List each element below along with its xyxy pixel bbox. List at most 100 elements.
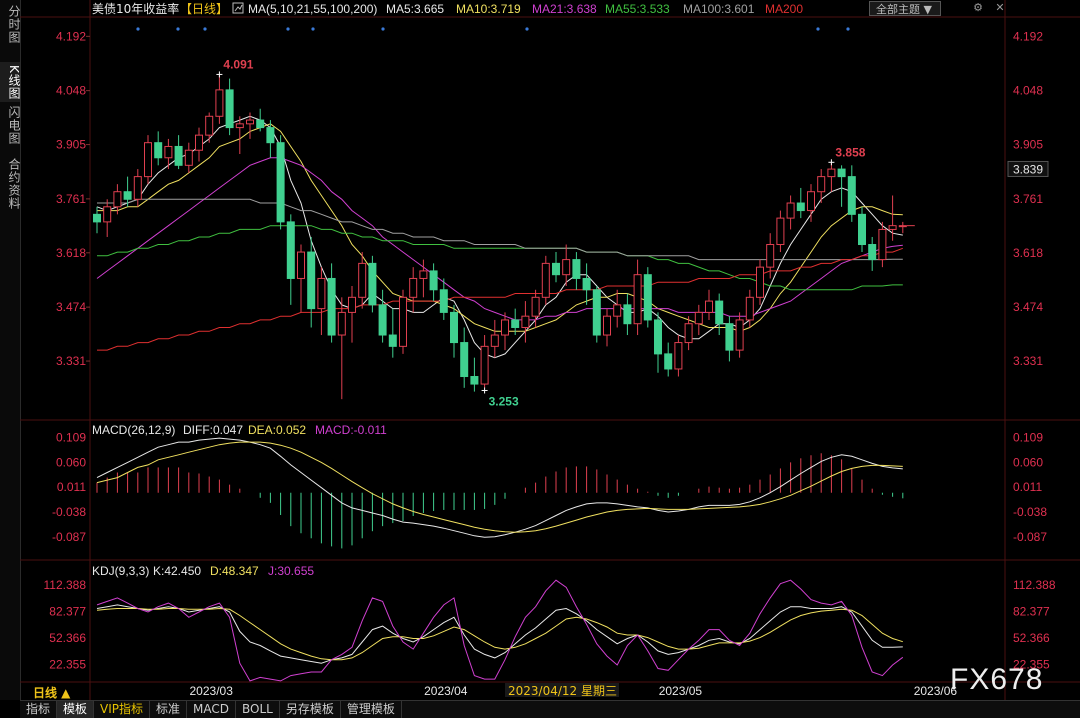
x-tick-label: 2023/05 xyxy=(659,684,703,698)
chart-canvas[interactable]: 美债10年收益率 【日线】 MA(5,10,21,55,100,200) MA5… xyxy=(0,0,1080,700)
tab-manage-templates[interactable]: 管理模板 xyxy=(341,701,402,718)
candle-body xyxy=(184,149,193,166)
candle-body xyxy=(174,145,183,166)
y-tick-right: 3.331 xyxy=(1013,354,1043,368)
candle-body xyxy=(195,134,203,151)
candle-body xyxy=(572,259,581,279)
event-dot xyxy=(525,27,529,31)
candle-body xyxy=(511,319,520,328)
candle-body xyxy=(133,176,142,200)
kdj-line-j xyxy=(96,579,904,682)
theme-select[interactable]: 全部主题 ▼ xyxy=(869,1,941,16)
y-tick-right: 3.761 xyxy=(1013,192,1043,206)
candle-body xyxy=(317,277,326,310)
candle-body xyxy=(286,221,295,279)
event-dot xyxy=(311,27,315,31)
candle-body xyxy=(327,277,336,336)
event-dot xyxy=(203,27,207,31)
macd-y-tick-left: 0.011 xyxy=(57,480,86,494)
y-tick-left: 3.618 xyxy=(56,246,86,260)
y-tick-right: 3.474 xyxy=(1013,300,1043,314)
settings-icon[interactable]: ⚙ xyxy=(968,1,988,16)
macd-legend: MACD(26,12,9) DIFF:0.047 DEA:0.052 MACD:… xyxy=(92,423,387,437)
kdj-k: K:42.450 xyxy=(153,564,201,578)
kdj-j: J:30.655 xyxy=(268,564,314,578)
kdj-legend: KDJ(9,3,3) K:42.450 D:48.347 J:30.655 xyxy=(92,564,314,578)
macd-y-tick-right: 0.060 xyxy=(1013,455,1043,469)
candle-body xyxy=(817,176,826,193)
candle-body xyxy=(868,244,877,261)
macd-line-dea xyxy=(96,441,903,533)
tab-save-template[interactable]: 另存模板 xyxy=(280,701,341,718)
candle-body xyxy=(603,315,611,336)
candle-body xyxy=(807,191,815,212)
kdj-line-k xyxy=(96,604,903,664)
candle-body xyxy=(123,191,132,200)
candle-body xyxy=(674,342,683,370)
kdj-y-tick-left: 22.355 xyxy=(49,658,86,672)
x-tick-label: 2023/03 xyxy=(190,684,234,698)
candle-body xyxy=(164,145,173,159)
close-icon[interactable]: ✕ xyxy=(990,1,1010,16)
event-dot xyxy=(846,27,850,31)
y-tick-right: 3.905 xyxy=(1013,138,1043,152)
tab-macd[interactable]: MACD xyxy=(187,701,237,718)
candle-body xyxy=(541,262,550,298)
indicator-tab-bar: 指标 模板 VIP指标 标准 MACD BOLL 另存模板 管理模板 xyxy=(20,700,1080,718)
candle-body xyxy=(439,289,448,313)
candle-body xyxy=(837,168,846,178)
chart-dynamic-layer: 4.192 4.192 4.048 4.048 3.905 3.905 3.761 3.761… xyxy=(44,29,1056,698)
macd-line-diff xyxy=(96,437,903,538)
kdj-line-d xyxy=(96,607,903,661)
extreme-label: 3.858 xyxy=(835,145,865,159)
candle-body xyxy=(235,123,244,129)
candle-body xyxy=(796,202,805,212)
candle-body xyxy=(348,296,356,313)
candle-body xyxy=(521,315,530,328)
candle-body xyxy=(766,244,775,268)
tab-standard[interactable]: 标准 xyxy=(150,701,188,718)
legend-chart-icon xyxy=(232,2,244,14)
macd-y-tick-left: 0.109 xyxy=(56,431,86,445)
candle-body xyxy=(490,334,499,347)
candle-body xyxy=(429,270,438,291)
candle-body xyxy=(878,228,887,261)
period-tag: 【日线】 xyxy=(180,2,228,16)
candle-body xyxy=(246,119,254,125)
ma5-value: MA5:3.665 xyxy=(386,2,444,16)
ma-line-ma200 xyxy=(97,247,903,351)
tab-indicators[interactable]: 指标 xyxy=(20,701,58,718)
candle-body xyxy=(399,296,407,347)
y-tick-left: 3.905 xyxy=(56,138,86,152)
kdj-y-tick-left: 112.388 xyxy=(44,578,87,592)
kdj-y-tick-left: 82.377 xyxy=(49,605,86,619)
candle-body xyxy=(297,251,305,279)
candle-body xyxy=(633,274,642,325)
instrument-title: 美债10年收益率 xyxy=(92,1,179,16)
candle-body xyxy=(705,300,713,313)
candle-body xyxy=(501,319,509,336)
macd-y-tick-left: -0.087 xyxy=(52,530,86,544)
panel-frames xyxy=(20,0,1080,700)
watermark-logo: FX678 xyxy=(950,663,1044,696)
ma55-value: MA55:3.533 xyxy=(605,2,670,16)
event-markers xyxy=(136,27,850,31)
candle-body xyxy=(858,213,866,246)
kdj-y-tick-left: 52.366 xyxy=(49,631,86,645)
tab-boll[interactable]: BOLL xyxy=(236,701,280,718)
candle-body xyxy=(205,115,214,136)
period-selector[interactable]: 日线 ▲ xyxy=(33,684,70,701)
y-tick-left: 3.761 xyxy=(56,192,86,206)
legend-chart-glyph xyxy=(234,4,243,12)
macd-dea: DEA:0.052 xyxy=(248,423,306,437)
candle-body xyxy=(256,119,265,129)
ma-params-label: MA(5,10,21,55,100,200) xyxy=(248,2,377,16)
candle-body xyxy=(776,217,785,246)
tab-templates[interactable]: 模板 xyxy=(57,701,95,718)
macd-y-tick-left: -0.038 xyxy=(52,505,86,519)
kdj-y-tick-right: 112.388 xyxy=(1013,578,1056,592)
tab-vip-indicators[interactable]: VIP指标 xyxy=(94,701,151,718)
candle-body xyxy=(215,89,224,117)
extreme-label: 4.091 xyxy=(223,57,253,71)
candle-body xyxy=(337,311,346,336)
